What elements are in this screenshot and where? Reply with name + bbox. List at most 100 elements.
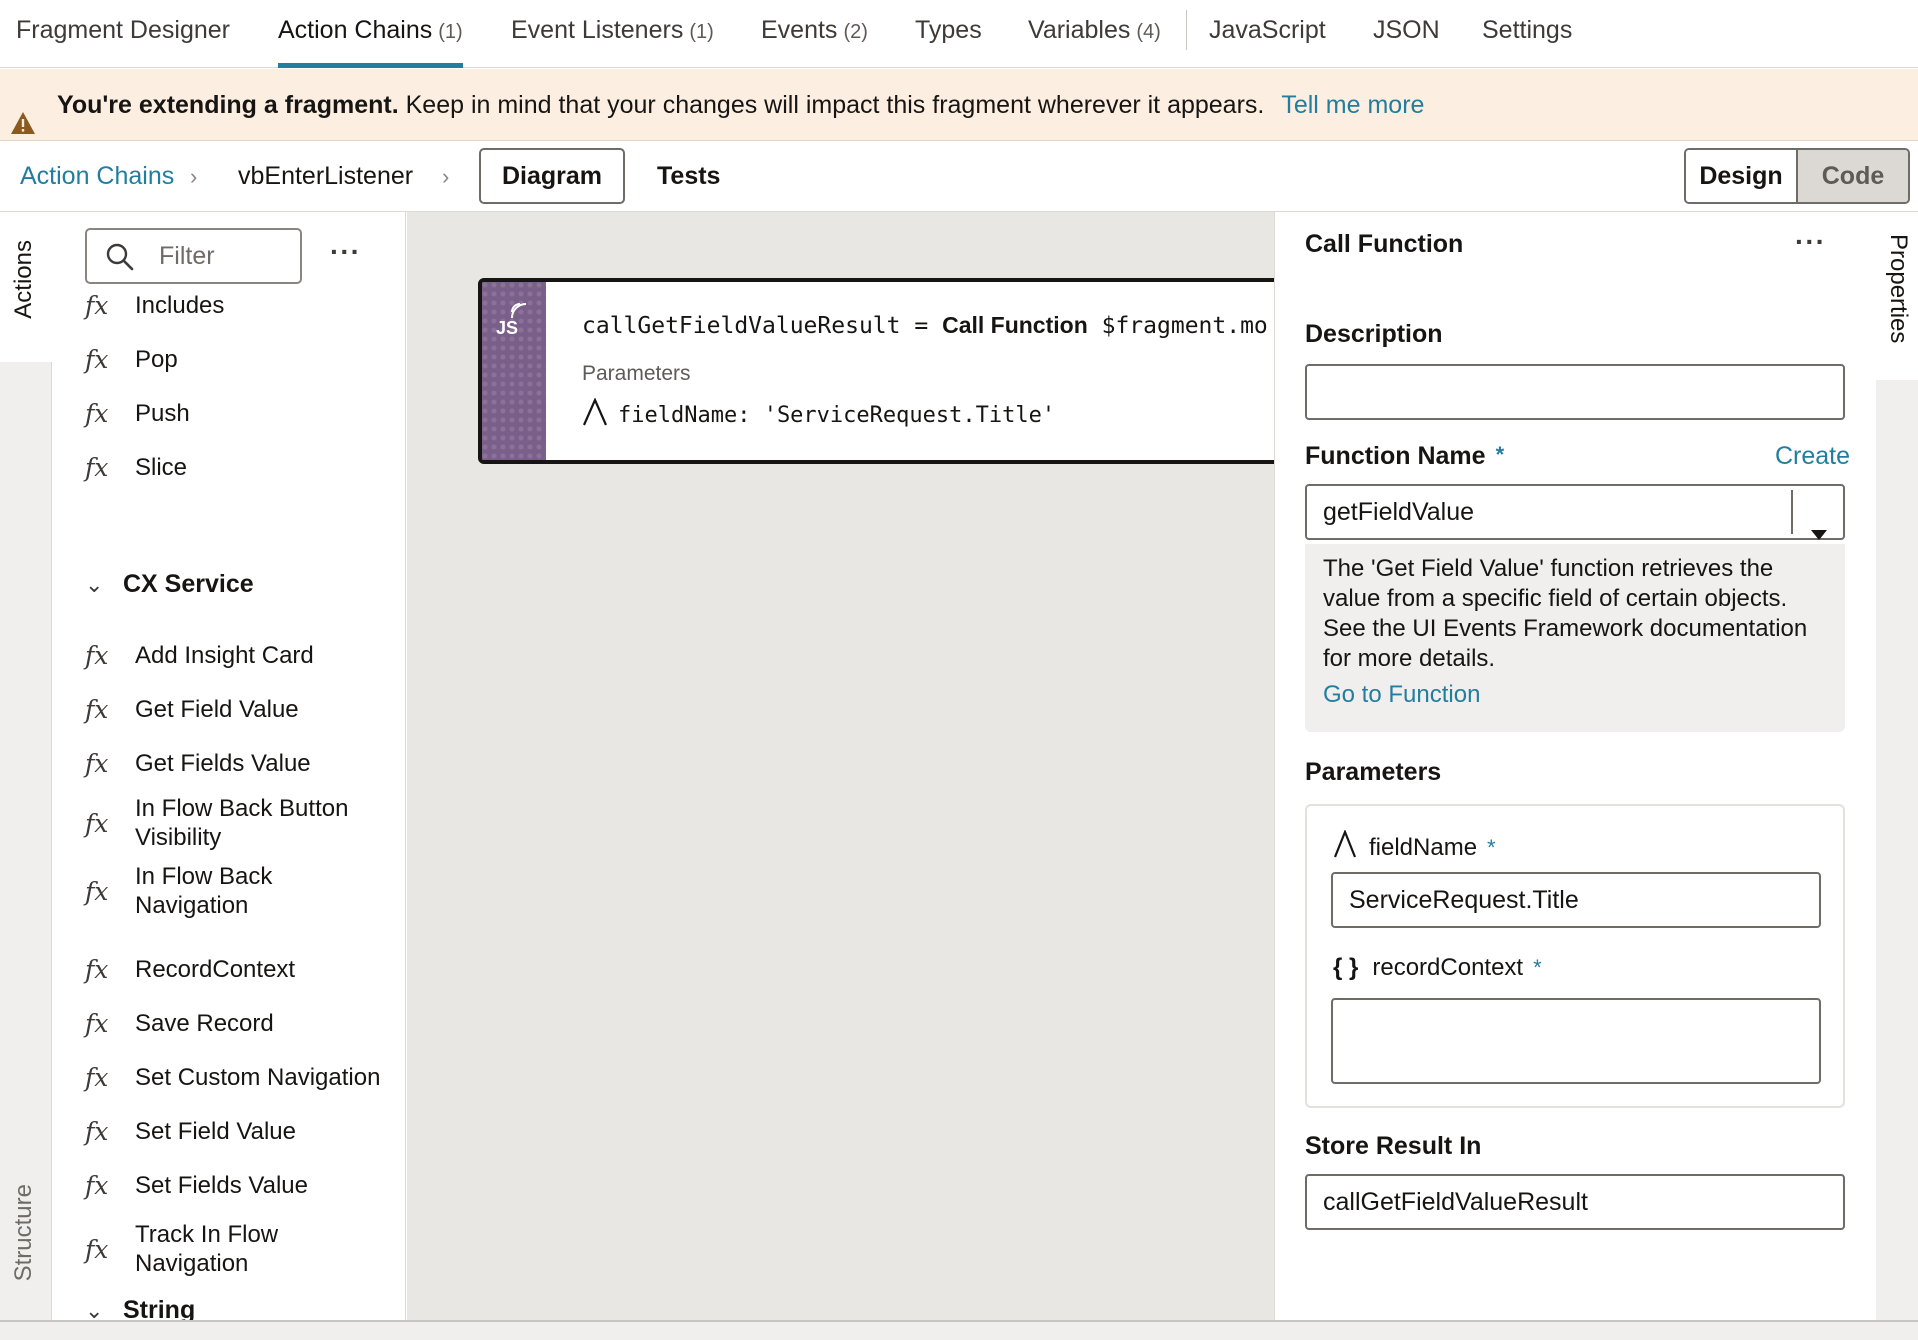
node-equals: = (914, 313, 929, 339)
tell-me-more-link[interactable]: Tell me more (1281, 91, 1424, 119)
action-item-pop[interactable]: fx Pop (85, 330, 405, 388)
properties-rail-label: Properties (1885, 234, 1912, 344)
banner-bold-text: You're extending a fragment. (57, 91, 399, 119)
tests-button[interactable]: Tests (657, 158, 720, 194)
fieldname-input[interactable]: ServiceRequest.Title (1331, 872, 1821, 928)
node-target: $fragment.mo (1101, 313, 1268, 339)
string-type-icon (582, 397, 608, 432)
function-help-box: The 'Get Field Value' function retrieves… (1305, 544, 1845, 732)
action-item-includes[interactable]: fx Includes (85, 276, 405, 334)
create-function-link[interactable]: Create (1775, 442, 1850, 471)
action-item-slice[interactable]: fx Slice (85, 438, 405, 496)
action-item-in-flow-back-navigation[interactable]: fx In Flow Back Navigation (85, 858, 405, 924)
more-options-icon[interactable]: ··· (1795, 226, 1826, 258)
bottom-status-bar (0, 1320, 1918, 1340)
group-cx-service[interactable]: ⌄ CX Service (85, 570, 254, 599)
diagram-canvas[interactable]: JS callGetFieldValueResult = Call Functi… (407, 212, 1274, 1320)
function-icon: fx (85, 398, 109, 428)
action-item-set-fields-value[interactable]: fx Set Fields Value (85, 1156, 405, 1214)
properties-rail-tab[interactable]: Properties (1876, 212, 1918, 380)
action-item-track-in-flow-navigation[interactable]: fx Track In Flow Navigation (85, 1216, 405, 1282)
required-marker: * (1487, 834, 1496, 860)
tab-variables[interactable]: Variables (4) (1028, 12, 1161, 68)
design-code-toggle: Design Code (1684, 148, 1910, 204)
function-icon: fx (85, 954, 109, 984)
parameters-label: Parameters (1305, 758, 1442, 786)
param-recordcontext-label: { } recordContext * (1333, 954, 1542, 981)
tab-count: (4) (1136, 21, 1161, 43)
store-result-input[interactable]: callGetFieldValueResult (1305, 1174, 1845, 1230)
tab-types[interactable]: Types (915, 12, 982, 68)
javascript-icon: JS (496, 303, 527, 339)
description-label: Description (1305, 320, 1443, 348)
more-options-icon[interactable]: ··· (330, 236, 361, 268)
required-marker: * (1533, 955, 1542, 980)
node-result-var: callGetFieldValueResult (582, 313, 901, 339)
param-fieldname-label: fieldName * (1333, 829, 1496, 865)
recordcontext-input[interactable] (1331, 998, 1821, 1084)
chevron-down-icon: ⌄ (85, 571, 104, 597)
tab-count: (1) (438, 21, 463, 43)
tab-count: (2) (843, 21, 868, 43)
function-help-text: The 'Get Field Value' function retrieves… (1323, 555, 1808, 672)
fragment-warning-banner: You're extending a fragment. Keep in min… (0, 69, 1918, 141)
function-icon: fx (85, 694, 109, 724)
function-icon: fx (85, 640, 109, 670)
action-item-add-insight-card[interactable]: fx Add Insight Card (85, 626, 405, 684)
chevron-right-icon: › (190, 164, 198, 189)
action-item-set-field-value[interactable]: fx Set Field Value (85, 1102, 405, 1160)
breadcrumb-current: vbEnterListener (238, 162, 414, 190)
store-result-label: Store Result In (1305, 1132, 1482, 1160)
tab-fragment-designer[interactable]: Fragment Designer (16, 12, 230, 68)
action-item-get-fields-value[interactable]: fx Get Fields Value (85, 734, 405, 792)
tab-javascript[interactable]: JavaScript (1209, 12, 1326, 68)
tab-event-listeners[interactable]: Event Listeners (1) (511, 12, 714, 68)
go-to-function-link[interactable]: Go to Function (1323, 680, 1827, 710)
top-tab-bar: Fragment Designer Action Chains (1) Event… (0, 0, 1918, 68)
tab-action-chains[interactable]: Action Chains (1) (278, 12, 463, 68)
design-toggle[interactable]: Design (1686, 150, 1798, 202)
banner-message: Keep in mind that your changes will impa… (405, 91, 1265, 119)
tab-json[interactable]: JSON (1373, 12, 1440, 68)
dropdown-divider (1791, 490, 1793, 534)
structure-rail-tab[interactable]: Structure (10, 1184, 38, 1281)
breadcrumb-action-chains[interactable]: Action Chains (20, 158, 174, 194)
function-icon: fx (85, 344, 109, 374)
tab-events[interactable]: Events (2) (761, 12, 868, 68)
right-rail: Properties (1876, 212, 1918, 1320)
chevron-right-icon: › (442, 164, 450, 189)
function-name-value: getFieldValue (1323, 498, 1475, 526)
breadcrumb: Action Chains › vbEnterListener › Diagra… (0, 142, 1918, 212)
code-toggle[interactable]: Code (1798, 150, 1908, 202)
function-icon: fx (85, 808, 109, 838)
string-type-icon (1333, 829, 1357, 865)
group-string[interactable]: ⌄ String (85, 1296, 195, 1320)
properties-title: Call Function (1305, 230, 1464, 258)
search-icon (105, 242, 135, 277)
action-item-save-record[interactable]: fx Save Record (85, 994, 405, 1052)
call-function-node[interactable]: JS callGetFieldValueResult = Call Functi… (478, 278, 1274, 464)
action-item-push[interactable]: fx Push (85, 384, 405, 442)
object-type-icon: { } (1333, 954, 1359, 981)
function-icon: fx (85, 1116, 109, 1146)
diagram-button[interactable]: Diagram (479, 148, 625, 204)
javascript-strip: JS (482, 282, 546, 460)
action-item-set-custom-navigation[interactable]: fx Set Custom Navigation (85, 1048, 405, 1106)
description-input[interactable] (1305, 364, 1845, 420)
properties-panel: Call Function ··· Description Function N… (1274, 212, 1876, 1320)
actions-rail-tab[interactable]: Actions (0, 212, 52, 362)
action-item-get-field-value[interactable]: fx Get Field Value (85, 680, 405, 738)
function-name-label: Function Name * (1305, 442, 1505, 470)
function-name-select[interactable]: getFieldValue (1305, 484, 1845, 540)
tab-count: (1) (689, 21, 714, 43)
node-parameter: fieldName: 'ServiceRequest.Title' (582, 397, 1055, 432)
required-marker: * (1495, 442, 1505, 467)
action-item-in-flow-back-button-visibility[interactable]: fx In Flow Back Button Visibility (85, 790, 405, 856)
filter-placeholder: Filter (159, 242, 215, 270)
node-action-name: Call Function (942, 312, 1088, 338)
action-item-recordcontext[interactable]: fx RecordContext (85, 940, 405, 998)
tab-settings[interactable]: Settings (1482, 12, 1572, 68)
left-rail: Actions Structure (0, 212, 52, 1320)
parameters-box: fieldName * ServiceRequest.Title { } reco… (1305, 804, 1845, 1108)
node-parameters-label: Parameters (582, 362, 691, 385)
